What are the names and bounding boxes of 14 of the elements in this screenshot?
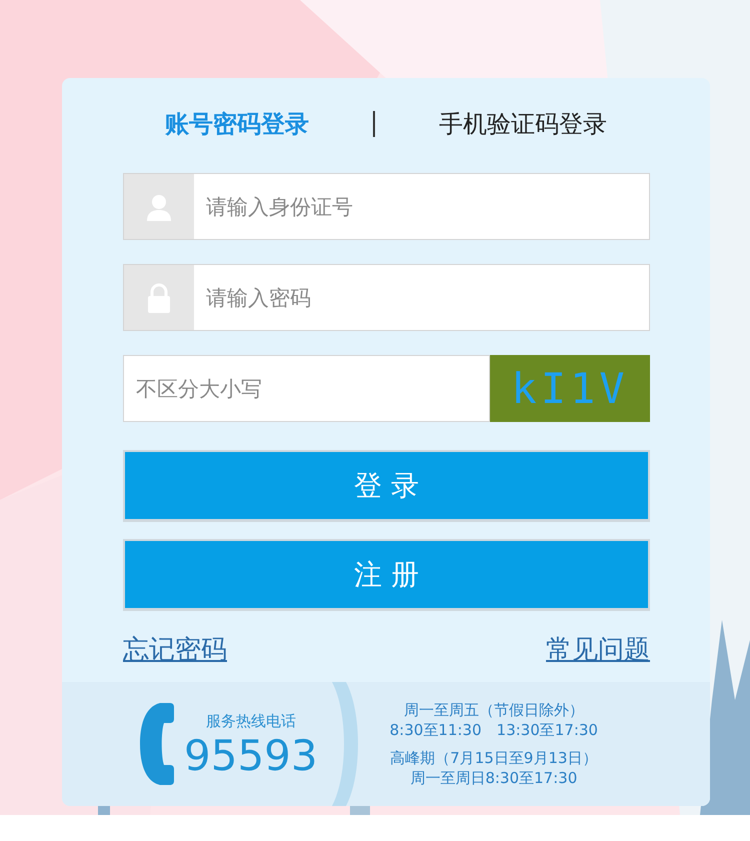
hotline-number: 95593 (184, 734, 318, 776)
service-hours-text: 周一至周日8:30至17:30 (410, 768, 578, 788)
service-hours-text: 周一至周五（节假日除外） (404, 700, 584, 720)
login-tab[interactable]: 手机验证码登录 (431, 108, 615, 140)
login-tab[interactable]: 账号密码登录 (157, 108, 317, 140)
register-button[interactable]: 注 册 (123, 539, 650, 611)
phone-icon (140, 701, 174, 787)
captcha-field[interactable]: 不区分大小写 (123, 355, 490, 422)
service-hours-text: 高峰期（7月15日至9月13日） (390, 748, 598, 768)
forgot-password-link[interactable]: 忘记密码 (123, 632, 227, 667)
hotline-label: 服务热线电话 (206, 712, 296, 730)
login-button[interactable]: 登 录 (123, 450, 650, 522)
faq-link[interactable]: 常见问题 (546, 632, 650, 667)
service-hours-text: 8:30至11:30 13:30至17:30 (390, 720, 598, 740)
